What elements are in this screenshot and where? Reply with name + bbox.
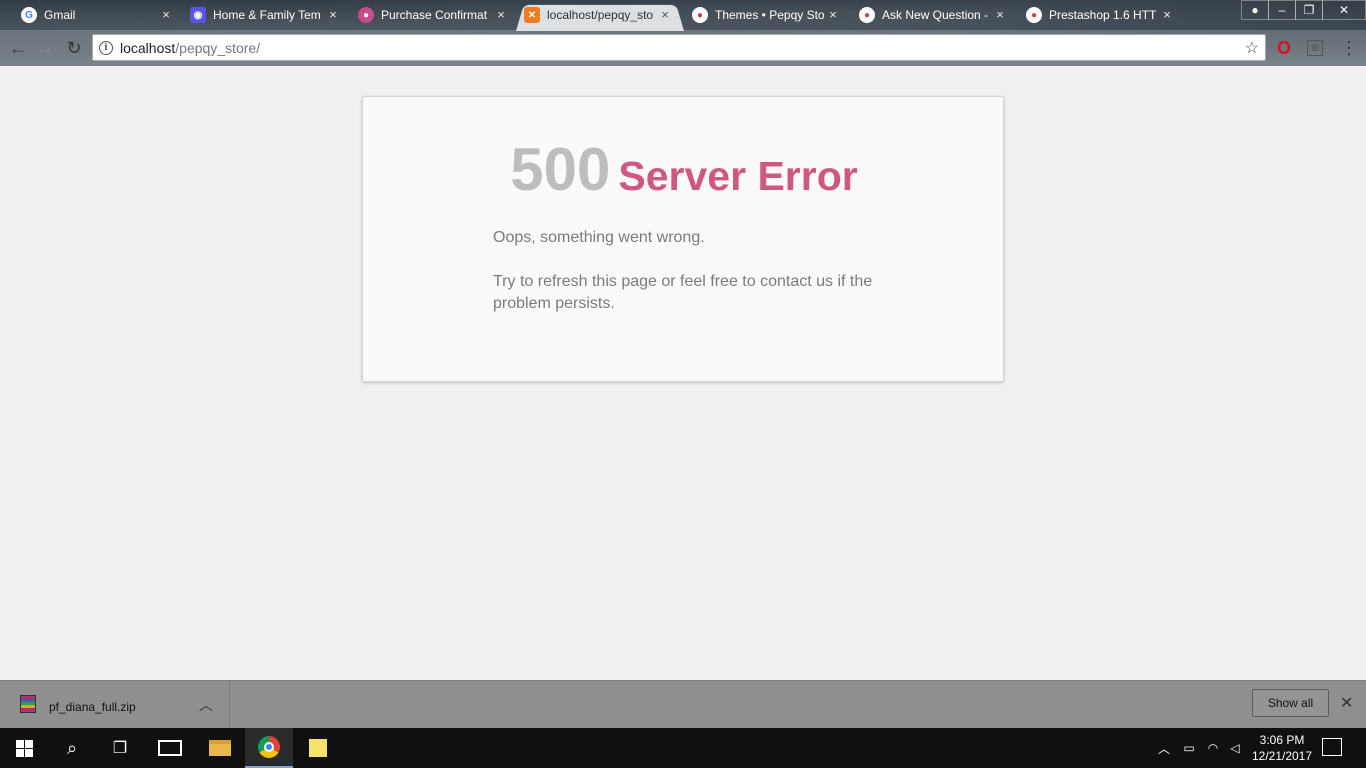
task-view-icon[interactable]: ❐ [96, 728, 144, 768]
error-message: Oops, something went wrong. [493, 229, 705, 246]
sticky-notes-icon [309, 739, 327, 757]
chevron-up-icon[interactable]: ︿ [1156, 728, 1172, 768]
chrome-taskbar-button[interactable] [245, 728, 293, 768]
url-path: /pepqy_store/ [175, 39, 261, 56]
tab-themes-pepqy[interactable]: ● Themes • Pepqy Sto × [692, 0, 844, 30]
tab-title: Ask New Question - [882, 8, 989, 22]
envato-icon: ● [358, 7, 374, 23]
page-viewport: 500 Server Error Oops, something went wro… [0, 66, 1366, 680]
info-icon[interactable]: i [99, 40, 113, 55]
tab-ask-new-question[interactable]: ● Ask New Question - × [859, 0, 1011, 30]
back-icon[interactable]: ← [6, 36, 30, 60]
profile-icon[interactable]: ● [1241, 0, 1269, 20]
tab-close-icon[interactable]: × [658, 7, 672, 22]
tab-localhost[interactable]: ✕ localhost/pepqy_sto × [516, 0, 684, 31]
start-button[interactable] [0, 728, 48, 768]
minimize-icon[interactable]: – [1268, 0, 1296, 20]
tab-title: Home & Family Tem [213, 8, 321, 22]
download-shelf: pf_diana_full.zip ︿ Show all ✕ [0, 680, 1366, 729]
extension-icon[interactable]: ⊞ [1304, 37, 1326, 59]
download-item[interactable]: pf_diana_full.zip ︿ [0, 681, 230, 729]
sticky-notes-button[interactable] [294, 728, 342, 768]
mail-icon [158, 740, 182, 756]
tab-close-icon[interactable]: × [159, 7, 173, 22]
restore-icon[interactable]: ❐ [1295, 0, 1323, 20]
menu-icon[interactable]: ⋮ [1338, 37, 1360, 59]
browser-chrome: G Gmail × ◉ Home & Family Tem × ● Purcha… [0, 0, 1366, 66]
system-clock[interactable]: 3:06 PM 12/21/2017 [1244, 732, 1320, 764]
error-heading: 500 Server Error [363, 135, 1005, 204]
search-icon[interactable]: ⌕ [48, 728, 96, 768]
prestashop-icon: ● [859, 7, 875, 23]
tab-close-icon[interactable]: × [826, 7, 840, 22]
wifi-icon[interactable]: ◠ [1204, 728, 1222, 768]
zip-file-icon [20, 695, 36, 713]
taskbar: ⌕ ❐ ︿ ▭ ◠ ◁ 3:06 PM 12/21/2017 [0, 728, 1366, 768]
mail-app-button[interactable] [146, 728, 194, 768]
battery-icon[interactable]: ▭ [1180, 728, 1198, 768]
forward-icon[interactable]: → [33, 36, 57, 60]
bookmark-star-icon[interactable]: ☆ [1245, 38, 1259, 58]
clock-time: 3:06 PM [1259, 733, 1305, 747]
tab-prestashop-https[interactable]: ● Prestashop 1.6 HTT × [1026, 0, 1178, 30]
show-all-button[interactable]: Show all [1252, 689, 1329, 717]
window-controls: ● – ❐ ✕ [1241, 0, 1366, 20]
tab-title: Purchase Confirmat [381, 8, 488, 22]
notifications-icon[interactable] [1322, 738, 1342, 756]
tab-title: Prestashop 1.6 HTT [1049, 8, 1157, 22]
tab-close-icon[interactable]: × [494, 7, 508, 22]
tab-title: Gmail [44, 8, 76, 22]
tab-close-icon[interactable]: × [1160, 7, 1174, 22]
tab-title: Themes • Pepqy Sto [715, 8, 825, 22]
folder-icon [209, 740, 231, 756]
window-close-icon[interactable]: ✕ [1322, 0, 1366, 20]
windows-icon [15, 739, 33, 757]
tab-home-family[interactable]: ◉ Home & Family Tem × [190, 0, 344, 30]
prestashop-icon: ● [692, 7, 708, 23]
tab-purchase-confirmation[interactable]: ● Purchase Confirmat × [358, 0, 512, 30]
tab-close-icon[interactable]: × [993, 7, 1007, 22]
address-bar[interactable]: i localhost/pepqy_store/ ☆ [92, 34, 1266, 61]
file-explorer-button[interactable] [196, 728, 244, 768]
close-icon[interactable]: ✕ [1340, 693, 1353, 713]
templatemonster-icon: ◉ [190, 7, 206, 23]
opera-extension-icon[interactable]: O [1273, 37, 1295, 59]
error-card: 500 Server Error Oops, something went wro… [362, 96, 1004, 382]
xampp-icon: ✕ [524, 7, 540, 23]
error-hint: Try to refresh this page or feel free to… [493, 273, 873, 312]
clock-date: 12/21/2017 [1251, 749, 1313, 763]
tab-close-icon[interactable]: × [326, 7, 340, 22]
chrome-icon [258, 736, 280, 758]
reload-icon[interactable]: ↻ [62, 36, 86, 60]
download-file-name: pf_diana_full.zip [49, 700, 136, 714]
tabstrip: G Gmail × ◉ Home & Family Tem × ● Purcha… [0, 0, 1230, 31]
volume-icon[interactable]: ◁ [1226, 728, 1244, 768]
error-label: Server Error [618, 153, 858, 199]
prestashop-icon: ● [1026, 7, 1042, 23]
browser-toolbar: ← → ↻ i localhost/pepqy_store/ ☆ O ⊞ ⋮ [0, 30, 1366, 66]
url-host: localhost [120, 39, 176, 56]
error-code: 500 [510, 136, 611, 203]
google-icon: G [21, 7, 37, 23]
chevron-up-icon[interactable]: ︿ [199, 695, 213, 715]
tab-title: localhost/pepqy_sto [547, 8, 654, 22]
tab-gmail[interactable]: G Gmail × [21, 0, 177, 30]
